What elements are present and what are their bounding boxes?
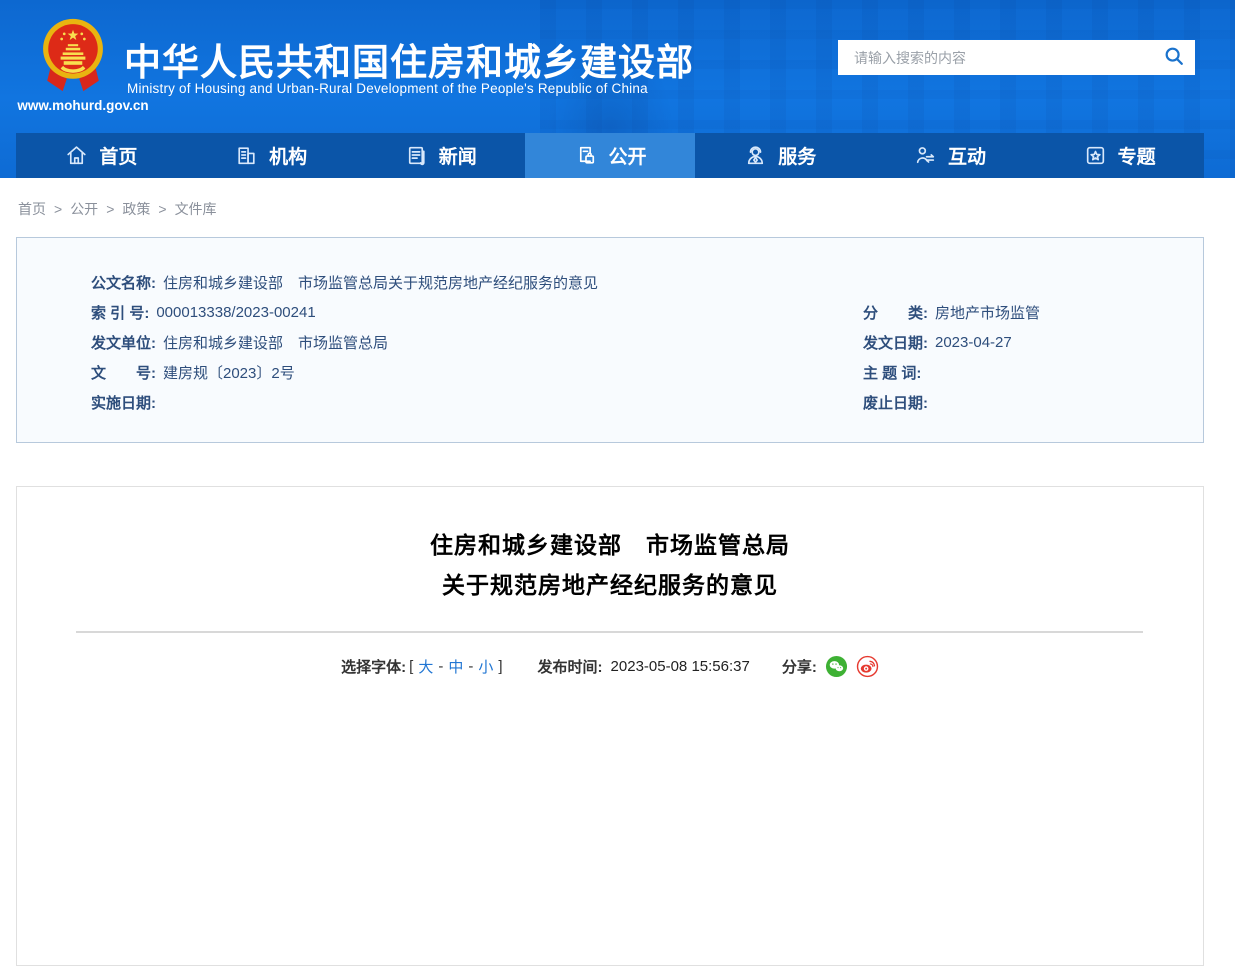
main-nav: 首页 机构 新闻 公开 服务 互动 专题 [16, 133, 1204, 178]
document-meta-card: 公文名称: 住房和城乡建设部 市场监管总局关于规范房地产经纪服务的意见 索 引 … [16, 237, 1204, 443]
doc-name-label: 公文名称: [91, 274, 156, 292]
font-size-label: 选择字体: [341, 659, 407, 676]
disclosure-icon [574, 143, 599, 168]
publish-time-group: 发布时间: 2023-05-08 15:56:37 [538, 656, 750, 677]
nav-item-label: 首页 [99, 147, 138, 168]
nav-item-organization[interactable]: 机构 [186, 133, 356, 178]
doc-number-value: 建房规〔2023〕2号 [163, 364, 295, 382]
title-divider [76, 631, 1143, 633]
nav-item-disclosure[interactable]: 公开 [525, 133, 695, 178]
article-title: 住房和城乡建设部 市场监管总局 关于规范房地产经纪服务的意见 [17, 525, 1203, 605]
nav-item-label: 新闻 [438, 147, 477, 168]
nav-item-home[interactable]: 首页 [16, 133, 186, 178]
meta-row-effective-repeal: 实施日期: 废止日期: [91, 387, 1203, 417]
breadcrumb-home[interactable]: 首页 [18, 199, 46, 219]
share-group: 分享: [782, 655, 879, 678]
doc-issue-date-label: 发文日期: [863, 334, 928, 352]
breadcrumb-separator: > [54, 201, 63, 217]
breadcrumb-disclosure[interactable]: 公开 [70, 199, 98, 219]
site-title: 中华人民共和国住房和城乡建设部 [124, 42, 694, 83]
article-title-line1: 住房和城乡建设部 市场监管总局 [430, 532, 790, 558]
nav-item-service[interactable]: 服务 [695, 133, 865, 178]
site-subtitle: Ministry of Housing and Urban-Rural Deve… [127, 81, 648, 96]
search-icon [1163, 45, 1185, 70]
dash: - [438, 658, 444, 675]
search-input[interactable] [838, 40, 1153, 75]
font-size-small[interactable]: 小 [478, 656, 493, 677]
search-button[interactable] [1153, 40, 1195, 75]
doc-index-label: 索 引 号: [91, 304, 150, 322]
meta-row-index-category: 索 引 号: 000013338/2023-00241 分 类: 房地产市场监管 [91, 297, 1203, 327]
font-size-large[interactable]: 大 [418, 656, 433, 677]
national-emblem-icon [40, 16, 106, 94]
breadcrumb: 首页 > 公开 > 政策 > 文件库 [18, 199, 1235, 219]
breadcrumb-policy[interactable]: 政策 [122, 199, 150, 219]
doc-effective-label: 实施日期: [91, 394, 156, 412]
share-label: 分享: [781, 659, 817, 676]
search-box [838, 40, 1195, 75]
publish-time-value: 2023-05-08 15:56:37 [610, 658, 750, 675]
article-card: 住房和城乡建设部 市场监管总局 关于规范房地产经纪服务的意见 选择字体: [ 大… [16, 486, 1204, 966]
meta-row-issuer-date: 发文单位: 住房和城乡建设部 市场监管总局 发文日期: 2023-04-27 [91, 327, 1203, 357]
font-size-medium[interactable]: 中 [448, 656, 463, 677]
breadcrumb-current: 文件库 [174, 201, 217, 217]
breadcrumb-separator: > [106, 201, 115, 217]
article-title-line2: 关于规范房地产经纪服务的意见 [442, 572, 778, 598]
nav-item-interaction[interactable]: 互动 [865, 133, 1035, 178]
doc-number-label: 文 号: [91, 364, 156, 382]
font-size-selector: 选择字体: [ 大 - 中 - 小 ] [341, 656, 505, 677]
bracket-open: [ [409, 658, 414, 675]
site-header: www.mohurd.gov.cn 中华人民共和国住房和城乡建设部 Minist… [0, 0, 1235, 178]
nav-item-topics[interactable]: 专题 [1034, 133, 1204, 178]
publish-time-label: 发布时间: [537, 659, 603, 676]
breadcrumb-separator: > [158, 201, 167, 217]
meta-row-docno-subject: 文 号: 建房规〔2023〕2号 主 题 词: [91, 357, 1203, 387]
doc-issuer-value: 住房和城乡建设部 市场监管总局 [163, 334, 389, 352]
home-icon [64, 143, 89, 168]
news-icon [404, 143, 429, 168]
topics-icon [1083, 143, 1108, 168]
doc-category-value: 房地产市场监管 [935, 304, 1041, 322]
doc-repeal-label: 废止日期: [863, 394, 928, 412]
bracket-close: ] [498, 658, 503, 675]
meta-row-name: 公文名称: 住房和城乡建设部 市场监管总局关于规范房地产经纪服务的意见 [91, 267, 1203, 297]
nav-item-news[interactable]: 新闻 [355, 133, 525, 178]
nav-item-label: 专题 [1117, 147, 1156, 168]
dash: - [468, 658, 474, 675]
service-icon [743, 143, 768, 168]
interaction-icon [913, 143, 938, 168]
nav-item-label: 服务 [778, 147, 817, 168]
article-meta-row: 选择字体: [ 大 - 中 - 小 ] 发布时间: 2023-05-08 15:… [17, 655, 1203, 678]
nav-item-label: 互动 [947, 147, 986, 168]
doc-name-value: 住房和城乡建设部 市场监管总局关于规范房地产经纪服务的意见 [163, 274, 599, 292]
doc-index-value: 000013338/2023-00241 [156, 303, 316, 321]
doc-issue-date-value: 2023-04-27 [935, 333, 1012, 351]
doc-issuer-label: 发文单位: [91, 334, 156, 352]
site-url: www.mohurd.gov.cn [17, 98, 149, 113]
doc-category-label: 分 类: [863, 304, 928, 322]
organization-icon [234, 143, 259, 168]
weibo-icon[interactable] [856, 655, 879, 678]
nav-item-label: 公开 [608, 147, 647, 168]
doc-subject-label: 主 题 词: [863, 364, 922, 382]
nav-item-label: 机构 [269, 147, 308, 168]
wechat-icon[interactable] [825, 655, 848, 678]
